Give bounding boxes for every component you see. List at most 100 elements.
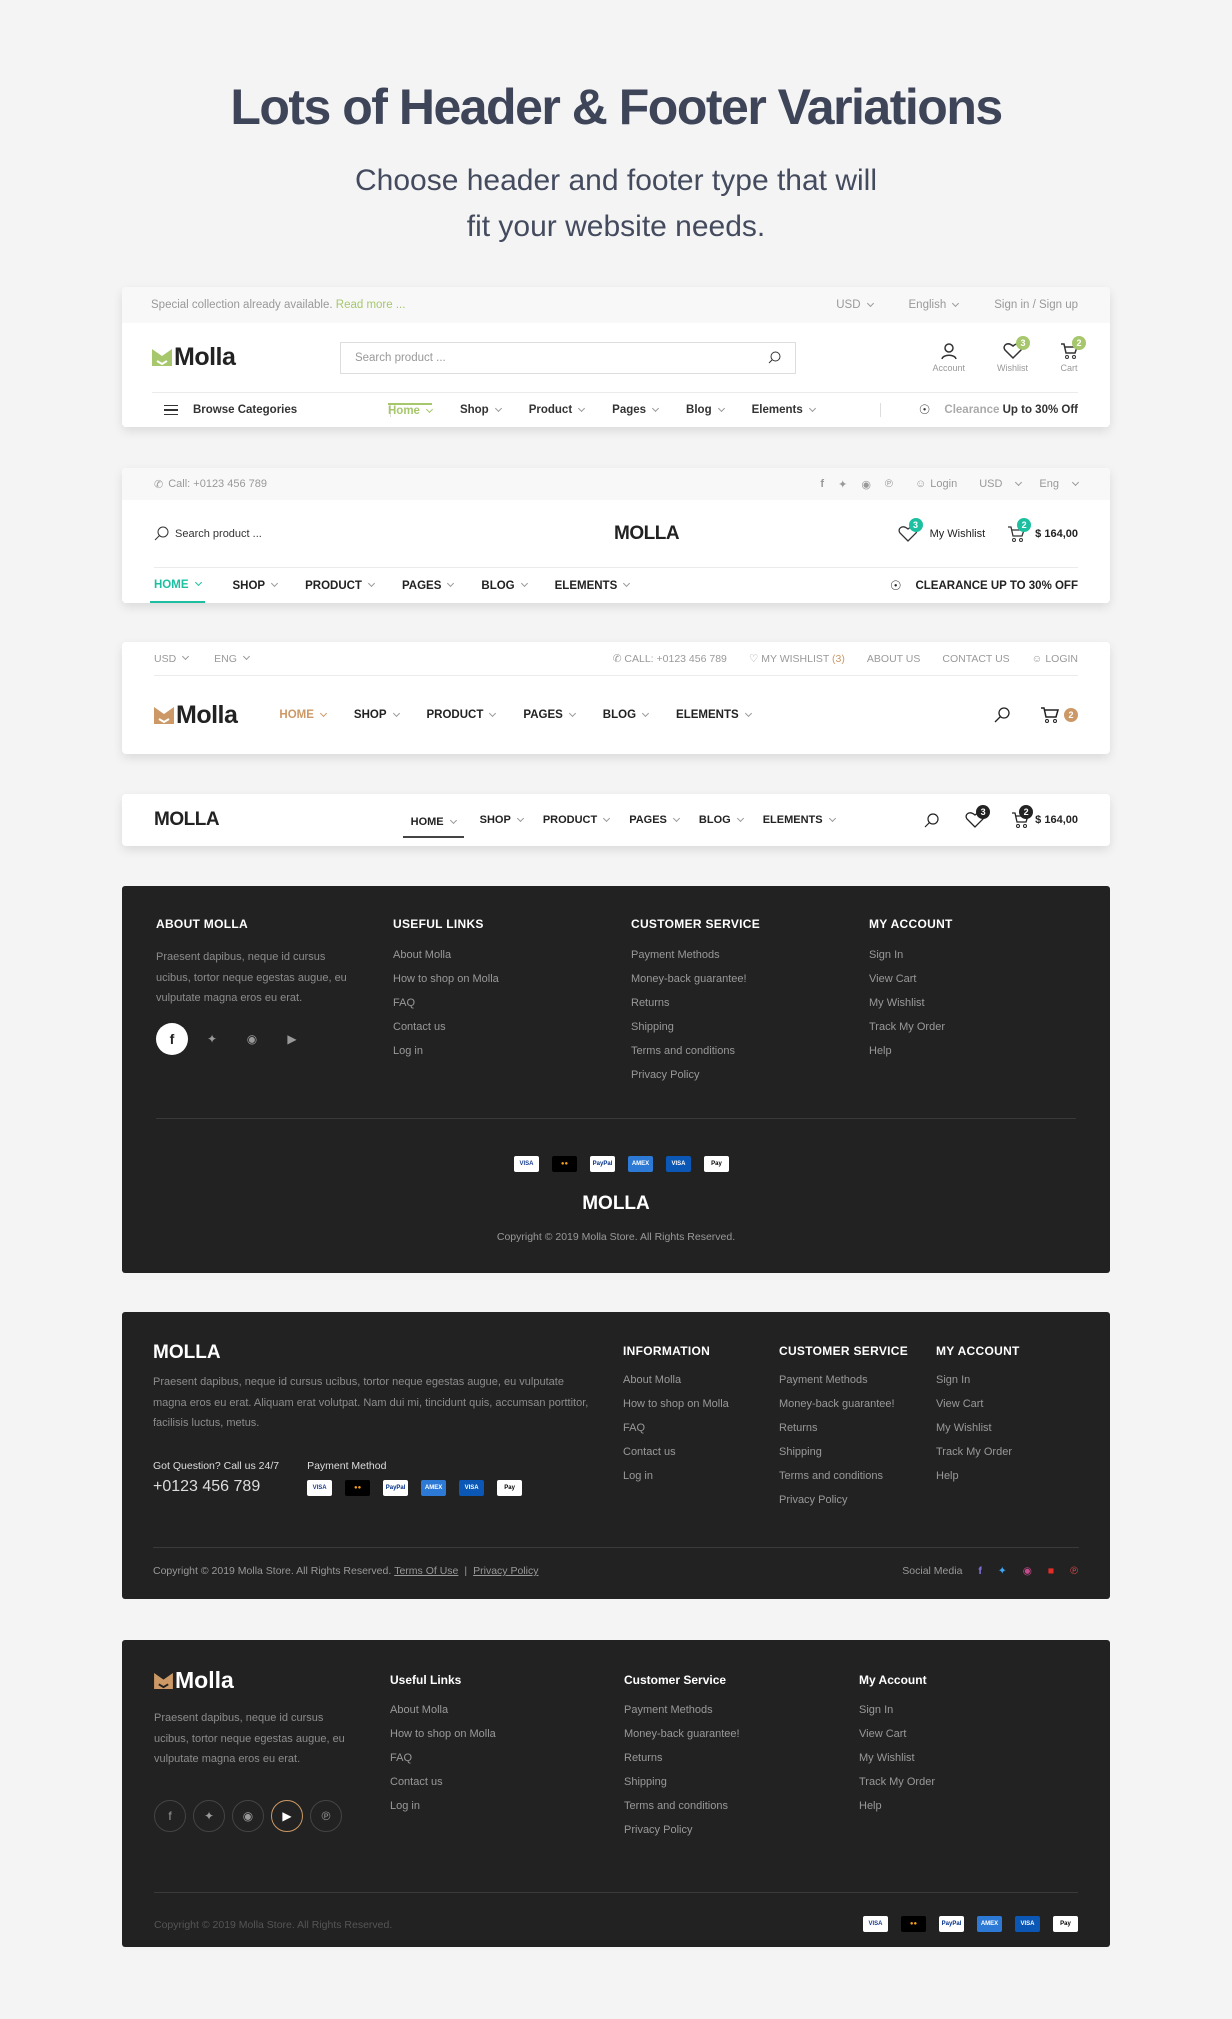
footer-link[interactable]: Privacy Policy	[631, 1063, 760, 1087]
signin-link[interactable]: Sign in / Sign up	[994, 299, 1078, 311]
footer-link[interactable]: Terms and conditions	[631, 1039, 760, 1063]
footer-link[interactable]: Track My Order	[936, 1440, 1020, 1464]
search-input[interactable]: Search product ...	[339, 341, 796, 374]
contact-link[interactable]: CONTACT US	[942, 653, 1009, 665]
footer-link[interactable]: Returns	[624, 1746, 740, 1770]
language-select[interactable]: Eng	[1039, 478, 1080, 490]
cart-button[interactable]: 2	[1040, 706, 1078, 724]
footer-link[interactable]: Help	[936, 1464, 1020, 1488]
nav-home[interactable]: HOME	[150, 568, 205, 603]
search-input[interactable]: Search product ...	[154, 526, 262, 541]
logo[interactable]: Molla	[152, 343, 236, 372]
cart-button[interactable]: Cart 2	[1060, 336, 1086, 373]
footer-link[interactable]: Shipping	[779, 1440, 908, 1464]
footer-link[interactable]: Sign In	[859, 1698, 935, 1722]
twitter-icon[interactable]: ✦	[838, 478, 847, 491]
footer-link[interactable]: Payment Methods	[624, 1698, 740, 1722]
footer-link[interactable]: About Molla	[393, 943, 499, 967]
nav-shop[interactable]: SHOP	[354, 709, 400, 721]
youtube-icon[interactable]: ■	[1048, 1565, 1054, 1577]
footer-link[interactable]: About Molla	[390, 1698, 496, 1722]
search-icon[interactable]	[924, 812, 939, 828]
youtube-icon[interactable]: ▶	[276, 1023, 308, 1055]
footer-link[interactable]: Contact us	[393, 1015, 499, 1039]
facebook-icon[interactable]: f	[978, 1565, 982, 1577]
nav-blog[interactable]: Blog	[686, 404, 725, 416]
login-link[interactable]: ☺ Login	[915, 478, 957, 490]
footer-link[interactable]: About Molla	[623, 1368, 729, 1392]
nav-home[interactable]: HOME	[402, 802, 464, 838]
pinterest-icon[interactable]: ℗	[310, 1799, 342, 1832]
nav-product[interactable]: PRODUCT	[543, 814, 611, 826]
nav-home[interactable]: HOME	[279, 709, 327, 721]
footer-link[interactable]: FAQ	[393, 991, 499, 1015]
pinterest-icon[interactable]: ℗	[885, 478, 893, 490]
footer-link[interactable]: FAQ	[390, 1746, 496, 1770]
footer-link[interactable]: Privacy Policy	[624, 1818, 740, 1842]
nav-home[interactable]: Home	[388, 403, 433, 417]
footer-link[interactable]: Help	[859, 1794, 935, 1818]
footer-link[interactable]: Shipping	[631, 1015, 760, 1039]
footer-link[interactable]: Log in	[393, 1039, 499, 1063]
browse-categories-button[interactable]: Browse Categories	[152, 404, 352, 416]
terms-link[interactable]: Terms Of Use	[394, 1565, 458, 1577]
footer-link[interactable]: Money-back guarantee!	[779, 1392, 908, 1416]
wishlist-link[interactable]: ♡ MY WISHLIST (3)	[749, 653, 845, 665]
logo[interactable]: Molla	[154, 701, 238, 730]
facebook-icon[interactable]: f	[820, 478, 824, 490]
nav-product[interactable]: PRODUCT	[305, 580, 376, 592]
twitter-icon[interactable]: ✦	[998, 1565, 1007, 1577]
footer-link[interactable]: How to shop on Molla	[623, 1392, 729, 1416]
footer-link[interactable]: Money-back guarantee!	[631, 967, 760, 991]
footer-link[interactable]: Help	[869, 1039, 953, 1063]
account-button[interactable]: Account	[932, 342, 965, 373]
currency-select[interactable]: USD	[979, 478, 1023, 490]
read-more-link[interactable]: Read more ...	[336, 299, 406, 311]
nav-shop[interactable]: SHOP	[233, 580, 279, 592]
footer-link[interactable]: Terms and conditions	[624, 1794, 740, 1818]
pinterest-icon[interactable]: ℗	[1070, 1565, 1078, 1577]
footer-link[interactable]: Track My Order	[869, 1015, 953, 1039]
twitter-icon[interactable]: ✦	[193, 1799, 225, 1832]
footer-link[interactable]: Contact us	[623, 1440, 729, 1464]
cart-button[interactable]: 2 $ 164,00	[1011, 805, 1078, 829]
nav-shop[interactable]: SHOP	[480, 814, 524, 826]
footer-link[interactable]: Track My Order	[859, 1770, 935, 1794]
footer-link[interactable]: Sign In	[869, 943, 953, 967]
nav-shop[interactable]: Shop	[460, 404, 502, 416]
clearance-promo[interactable]: ☉ Clearance Up to 30% Off	[919, 402, 1078, 418]
footer-link[interactable]: Returns	[779, 1416, 908, 1440]
facebook-icon[interactable]: f	[156, 1022, 188, 1055]
nav-elements[interactable]: ELEMENTS	[763, 814, 836, 826]
footer-link[interactable]: How to shop on Molla	[390, 1722, 496, 1746]
footer-link[interactable]: Payment Methods	[779, 1368, 908, 1392]
language-select[interactable]: ENG	[214, 653, 250, 665]
instagram-icon[interactable]: ◉	[861, 478, 871, 491]
footer-link[interactable]: Log in	[390, 1794, 496, 1818]
nav-blog[interactable]: BLOG	[699, 814, 744, 826]
nav-blog[interactable]: BLOG	[603, 709, 650, 721]
footer-link[interactable]: How to shop on Molla	[393, 967, 499, 991]
youtube-icon[interactable]: ▶	[271, 1799, 303, 1832]
nav-pages[interactable]: PAGES	[523, 709, 576, 721]
wishlist-button[interactable]: 3	[965, 805, 991, 829]
footer-link[interactable]: Privacy Policy	[779, 1488, 908, 1512]
nav-product[interactable]: PRODUCT	[427, 709, 497, 721]
instagram-icon[interactable]: ◉	[232, 1799, 264, 1832]
footer-link[interactable]: Money-back guarantee!	[624, 1722, 740, 1746]
footer-link[interactable]: Returns	[631, 991, 760, 1015]
footer-link[interactable]: Terms and conditions	[779, 1464, 908, 1488]
nav-product[interactable]: Product	[529, 404, 586, 416]
footer-link[interactable]: FAQ	[623, 1416, 729, 1440]
footer-link[interactable]: Sign In	[936, 1368, 1020, 1392]
search-icon[interactable]	[994, 707, 1010, 723]
clearance-promo[interactable]: ☉ CLEARANCE UP TO 30% OFF	[890, 578, 1078, 594]
wishlist-button[interactable]: 3 My Wishlist	[898, 517, 985, 543]
about-link[interactable]: ABOUT US	[867, 653, 920, 665]
footer-link[interactable]: Log in	[623, 1464, 729, 1488]
nav-elements[interactable]: ELEMENTS	[676, 709, 752, 721]
footer-link[interactable]: Payment Methods	[631, 943, 760, 967]
footer-link[interactable]: View Cart	[859, 1722, 935, 1746]
footer-link[interactable]: My Wishlist	[869, 991, 953, 1015]
instagram-icon[interactable]: ◉	[1023, 1565, 1032, 1577]
